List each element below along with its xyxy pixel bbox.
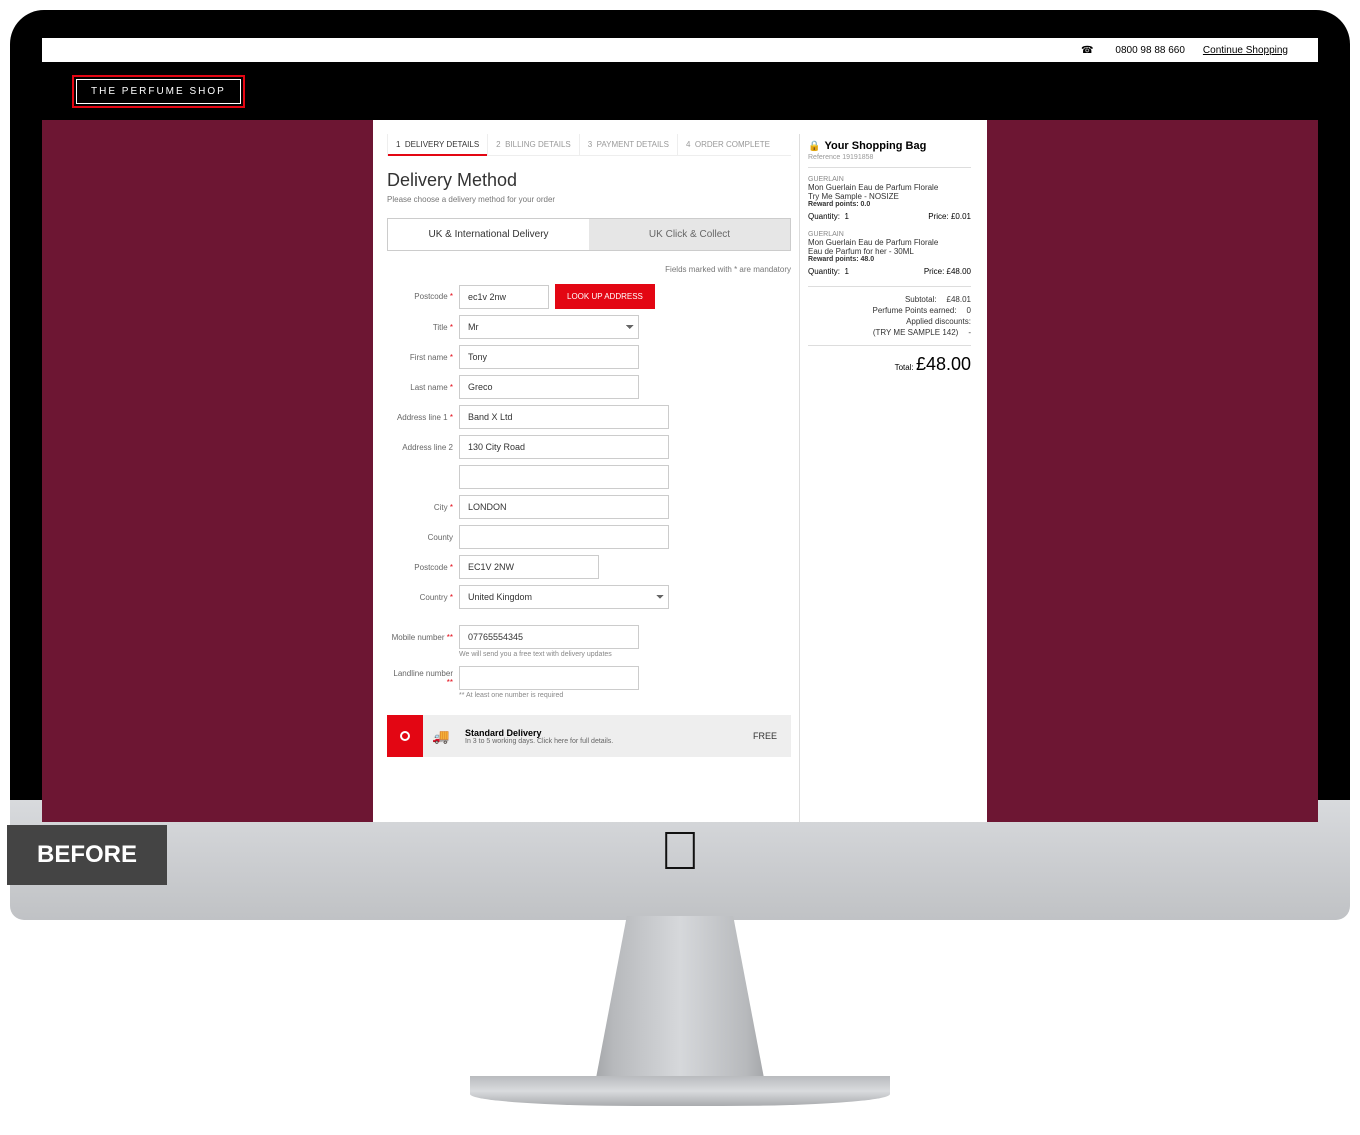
points-row: Perfume Points earned:0 (808, 306, 971, 315)
delivery-option-desc: In 3 to 5 working days. Click here for f… (465, 738, 733, 745)
mobile-helper: We will send you a free text with delive… (459, 651, 791, 658)
title-label: Title * (387, 323, 453, 332)
before-label: BEFORE (7, 825, 167, 885)
item-points: Reward points: 48.0 (808, 256, 971, 263)
bag-title-row: 🔒 Your Shopping Bag (808, 140, 971, 152)
monitor-stand-neck (585, 916, 775, 1086)
sidebar: 🔒 Your Shopping Bag Reference 19191858 G… (799, 134, 979, 822)
page-title: Delivery Method (387, 170, 791, 191)
delivery-option-standard[interactable]: 🚚 Standard Delivery In 3 to 5 working da… (387, 715, 791, 757)
logo-wrap: THE PERFUME SHOP (72, 75, 245, 108)
item-variant: Eau de Parfum for her - 30ML (808, 247, 971, 256)
delivery-tabs: UK & International Delivery UK Click & C… (387, 218, 791, 251)
total-amount: £48.00 (916, 354, 971, 374)
content: 1 DELIVERY DETAILS 2 BILLING DETAILS 3 P… (373, 120, 987, 822)
discount-item: (TRY ME SAMPLE 142)- (808, 328, 971, 337)
phone-number: 0800 98 88 660 (1115, 45, 1185, 56)
lastname-input[interactable] (459, 375, 639, 399)
firstname-label: First name * (387, 353, 453, 362)
addr1-label: Address line 1 * (387, 413, 453, 422)
delivery-radio-box[interactable] (387, 715, 423, 757)
landline-helper: ** At least one number is required (459, 692, 791, 699)
addr1-input[interactable] (459, 405, 669, 429)
lock-icon: 🔒 (808, 141, 820, 152)
brand-logo[interactable]: THE PERFUME SHOP (76, 79, 241, 104)
landline-input[interactable] (459, 666, 639, 690)
item-points: Reward points: 0.0 (808, 201, 971, 208)
country-select[interactable]: United Kingdom (459, 585, 669, 609)
step-complete[interactable]: 4 ORDER COMPLETE (677, 134, 778, 155)
lookup-address-button[interactable]: LOOK UP ADDRESS (555, 284, 655, 309)
postcode-lookup-input[interactable] (459, 285, 549, 309)
total-row: Total: £48.00 (808, 354, 971, 375)
postcode-lookup-label: Postcode * (387, 292, 453, 301)
county-label: County (387, 533, 453, 542)
bag-item: GUERLAIN Mon Guerlain Eau de Parfum Flor… (808, 176, 971, 221)
item-brand: GUERLAIN (808, 176, 971, 183)
item-qty-price: Quantity: 1 Price: £48.00 (808, 267, 971, 276)
item-brand: GUERLAIN (808, 231, 971, 238)
bag-reference: Reference 19191858 (808, 152, 971, 168)
addr2-input[interactable] (459, 435, 669, 459)
delivery-option-title: Standard Delivery (465, 728, 733, 738)
city-label: City * (387, 503, 453, 512)
apple-logo-icon:  (660, 820, 701, 882)
monitor-stand-base (470, 1076, 890, 1106)
screen: 0800 98 88 660 Continue Shopping THE PER… (42, 38, 1318, 822)
delivery-option-price: FREE (739, 731, 791, 741)
truck-icon: 🚚 (423, 728, 459, 745)
subtotal-row: Subtotal:£48.01 (808, 295, 971, 304)
divider (808, 286, 971, 287)
postcode2-input[interactable] (459, 555, 599, 579)
tab-uk-international[interactable]: UK & International Delivery (388, 219, 589, 250)
mobile-input[interactable] (459, 625, 639, 649)
item-name: Mon Guerlain Eau de Parfum Florale (808, 183, 971, 192)
firstname-input[interactable] (459, 345, 639, 369)
tab-click-collect[interactable]: UK Click & Collect (589, 219, 790, 250)
checkout-steps: 1 DELIVERY DETAILS 2 BILLING DETAILS 3 P… (387, 134, 791, 156)
maroon-left (42, 120, 373, 822)
item-name: Mon Guerlain Eau de Parfum Florale (808, 238, 971, 247)
step-billing[interactable]: 2 BILLING DETAILS (487, 134, 579, 155)
bag-item: GUERLAIN Mon Guerlain Eau de Parfum Flor… (808, 231, 971, 276)
city-input[interactable] (459, 495, 669, 519)
item-variant: Try Me Sample - NOSIZE (808, 192, 971, 201)
step-payment[interactable]: 3 PAYMENT DETAILS (579, 134, 677, 155)
mobile-label: Mobile number ** (387, 633, 453, 642)
item-qty-price: Quantity: 1 Price: £0.01 (808, 212, 971, 221)
title-select[interactable]: Mr (459, 315, 639, 339)
step-delivery[interactable]: 1 DELIVERY DETAILS (387, 134, 487, 155)
maroon-right (987, 120, 1318, 822)
country-label: Country * (387, 593, 453, 602)
addr2-label: Address line 2 (387, 443, 453, 452)
phone-icon (1081, 45, 1097, 56)
bag-title: Your Shopping Bag (824, 140, 926, 152)
lastname-label: Last name * (387, 383, 453, 392)
county-input[interactable] (459, 525, 669, 549)
main-column: 1 DELIVERY DETAILS 2 BILLING DETAILS 3 P… (379, 134, 799, 822)
monitor-frame:  BEFORE 0800 98 88 660 Continue Shoppin… (10, 10, 1350, 840)
delivery-option-text: Standard Delivery In 3 to 5 working days… (459, 724, 739, 749)
landline-label: Landline number ** (387, 669, 453, 687)
radio-selected-icon (400, 731, 410, 741)
addr3-input[interactable] (459, 465, 669, 489)
divider (808, 345, 971, 346)
header-band: THE PERFUME SHOP (42, 62, 1318, 120)
top-bar: 0800 98 88 660 Continue Shopping (42, 38, 1318, 62)
mandatory-note: Fields marked with * are mandatory (387, 265, 791, 274)
continue-shopping-link[interactable]: Continue Shopping (1203, 45, 1288, 56)
body-area: 1 DELIVERY DETAILS 2 BILLING DETAILS 3 P… (42, 120, 1318, 822)
discounts-row: Applied discounts: (808, 317, 971, 326)
postcode2-label: Postcode * (387, 563, 453, 572)
page-subtitle: Please choose a delivery method for your… (387, 195, 791, 204)
